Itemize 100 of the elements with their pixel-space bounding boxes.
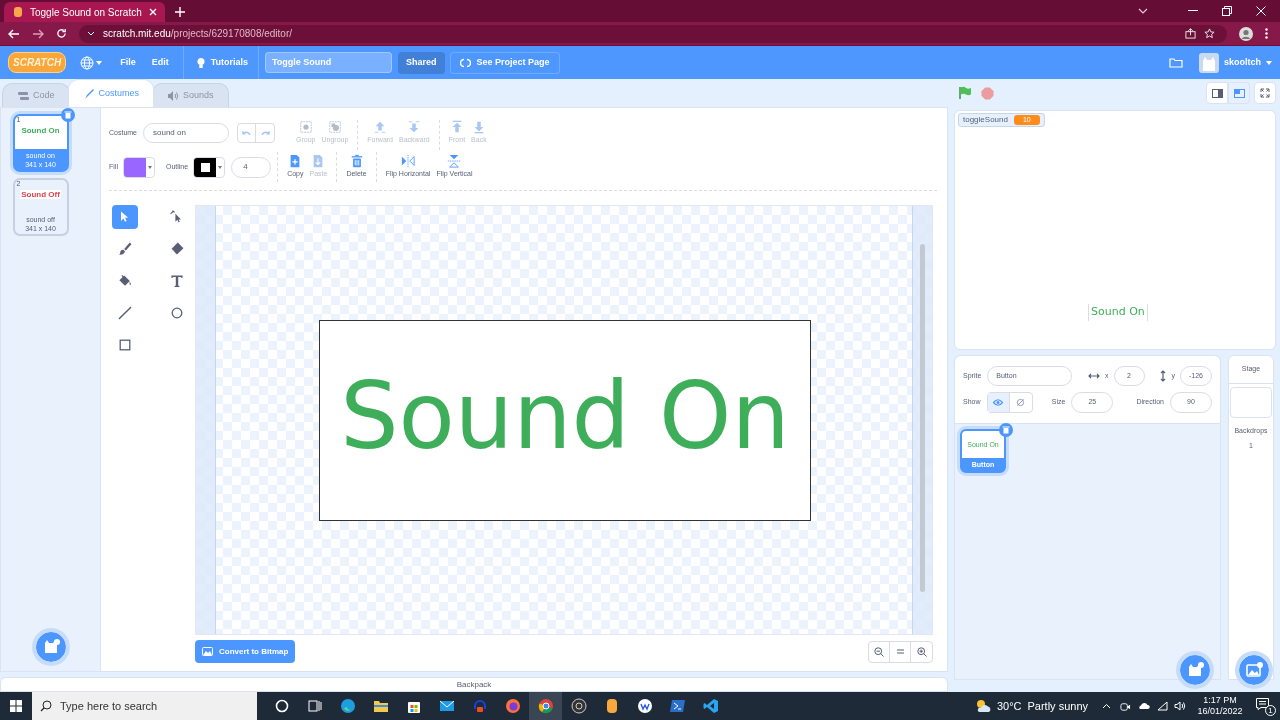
fullscreen-icon [1260,88,1270,98]
share-icon[interactable] [1185,28,1196,39]
forward-icon[interactable] [32,28,44,39]
sounds-tab-icon [167,89,180,102]
project-title-field[interactable]: Toggle Sound [265,52,392,73]
tutorials-button[interactable]: Tutorials [189,55,254,70]
close-icon[interactable] [1256,6,1266,16]
monitor-label: toggleSound [963,114,1008,126]
weather-text: Partly sunny [1027,698,1088,714]
temperature: 30°C [996,698,1022,714]
equals-icon [896,649,904,654]
notifications-button[interactable]: 1 [1256,698,1274,714]
normal-stage-icon [1233,88,1245,98]
star-icon[interactable] [1204,28,1215,39]
caret-icon [96,60,103,65]
see-project-page-button[interactable]: See Project Page [449,51,560,74]
redo-icon [260,130,270,136]
delete-badge-icon[interactable] [999,423,1013,437]
clock[interactable]: 1:17 PM 16/01/2022 [1196,695,1244,717]
zoom-in-icon [916,646,927,657]
meet-icon[interactable] [1120,700,1131,712]
editor-tab[interactable]: Costumes [67,79,155,107]
cat-avatar-icon [1199,52,1219,73]
code-editor-icon[interactable] [702,698,719,714]
fill-swatch [123,157,146,177]
small-stage-icon [1211,88,1223,98]
fill-color-picker[interactable] [122,156,155,178]
restore-icon[interactable] [1222,6,1232,16]
caret-icon [147,165,152,169]
taskbar-search-field[interactable]: Type here to search [32,692,257,720]
horizontal-arrows-icon [1088,373,1100,379]
task-view-icon[interactable] [306,698,323,714]
caret-icon [218,165,223,169]
search-icon [40,700,52,712]
select-tool-button[interactable] [112,205,138,229]
thumbnail-text: Sound On [20,126,61,135]
speaker-icon[interactable] [1174,701,1186,711]
close-icon[interactable] [149,8,157,16]
aperture-icon[interactable] [570,698,587,714]
code-tab-icon [17,89,29,102]
text-tool-icon [169,273,185,289]
minimize-icon[interactable] [1188,10,1198,12]
mail-icon[interactable] [438,698,455,714]
editor-tab[interactable]: Sounds [152,83,229,107]
cloud-icon[interactable] [1138,702,1150,710]
thumbnail-text: Sound Off [20,190,61,199]
small-stage-button[interactable] [1206,82,1228,104]
windows-start-icon[interactable] [10,700,22,712]
profile-avatar-icon[interactable] [1239,26,1253,41]
costume-artwork[interactable]: Sound On [319,319,811,521]
clock-time: 1:17 PM [1203,695,1237,706]
menu-dots-icon[interactable] [1265,28,1268,39]
sprite-text[interactable]: Sound On [1088,304,1148,321]
eraser-tool-icon [169,241,185,257]
outline-swatch [194,157,217,177]
zoom-out-icon [874,646,884,657]
caret-icon [1266,60,1272,65]
shared-button[interactable]: Shared [398,51,445,74]
search-placeholder: Type here to search [60,698,158,714]
editor-tab[interactable]: Code [2,83,70,107]
menu-item[interactable]: Edit [143,55,177,70]
scratch-logo[interactable]: SCRATCH [8,52,67,73]
browser-swirl-icon[interactable] [339,698,356,714]
vertical-arrows-icon [1159,370,1166,382]
reload-icon[interactable] [56,28,67,39]
round-app-icon[interactable] [636,698,653,714]
browser-tab[interactable]: Toggle Sound on Scratch [4,2,165,22]
globe-icon [80,55,95,70]
folder-icon[interactable] [372,698,389,714]
remix-arrows-icon [459,57,471,68]
terminal-icon[interactable] [669,698,686,714]
url-text: scratch.mit.edu/projects/629170808/editor/ [103,27,292,41]
chevron-down-icon[interactable] [1138,8,1148,14]
trash-icon [349,154,364,169]
scrollbar-thumb[interactable] [920,244,925,592]
chevron-up-icon[interactable] [1102,703,1111,709]
new-tab-icon[interactable] [175,7,185,17]
round-browser-icon[interactable] [537,698,554,714]
tab-title: Toggle Sound on Scratch [30,5,143,20]
undo-icon [242,130,251,136]
artwork-text: Sound On [340,371,790,463]
circle-tool-icon [169,305,185,321]
group-icon [298,120,313,134]
account-menu[interactable]: skooltch [1199,52,1272,73]
drawing-canvas[interactable]: Sound On [195,205,933,635]
outline-color-picker[interactable] [193,156,226,178]
partly-sunny-icon [974,699,991,713]
convert-to-bitmap-button[interactable]: Convert to Bitmap [195,640,296,663]
back-icon[interactable] [8,28,20,39]
flip-horizontal-icon [401,154,415,169]
chevron-down-icon [87,31,95,36]
language-menu[interactable] [80,55,103,70]
headphones-icon[interactable] [471,698,488,714]
backpack-bar[interactable]: Backpack [0,677,948,692]
cortana-icon[interactable] [273,698,290,714]
up-arrow-icon [373,120,388,134]
address-bar[interactable]: scratch.mit.edu/projects/629170808/editor/ [79,24,1227,43]
delete-badge-icon[interactable] [60,108,75,122]
menu-item[interactable]: File [112,55,144,70]
stage-thumbnail[interactable] [1230,387,1272,418]
